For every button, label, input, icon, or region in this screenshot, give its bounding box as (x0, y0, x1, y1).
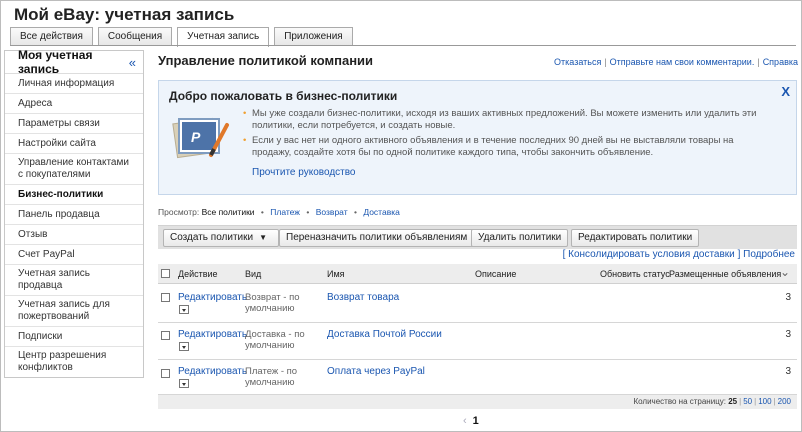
col-action: Действие (178, 269, 218, 279)
tab-applications[interactable]: Приложения (274, 27, 353, 46)
consolidate-shipping-link[interactable]: Консолидировать условия доставки (568, 249, 735, 260)
policy-name-link[interactable]: Оплата через PayPal (327, 366, 425, 377)
sort-chevron-icon[interactable]: ⌄ (780, 265, 790, 279)
sidebar-item-seller-dashboard[interactable]: Панель продавца (5, 205, 143, 225)
page-title: Мой eBay: учетная запись (14, 5, 235, 24)
help-link[interactable]: Справка (763, 57, 798, 67)
sidebar-header: Моя учетная запись « (5, 48, 143, 76)
welcome-title: Добро пожаловать в бизнес-политики (169, 89, 398, 103)
sidebar-item-paypal[interactable]: Счет PayPal (5, 245, 143, 265)
shipping-consolidation: [ Консолидировать условия доставки ] Под… (562, 249, 795, 260)
listings-count: 3 (785, 292, 791, 303)
sidebar-item-subscriptions[interactable]: Подписки (5, 327, 143, 347)
tab-account[interactable]: Учетная запись (177, 27, 270, 47)
table-row: Редактировать Доставка - по умолчанию До… (158, 323, 797, 360)
collapse-sidebar-icon[interactable]: « (129, 55, 136, 70)
view-filter: Просмотр: Все политики • Платеж • Возвра… (158, 207, 400, 217)
welcome-bullets: Мы уже создали бизнес-политики, исходя и… (243, 108, 773, 162)
sidebar-item-buyer-contacts[interactable]: Управление контактами с покупателями (5, 154, 143, 185)
policy-type: Доставка - по умолчанию (245, 329, 305, 351)
sidebar-item-site-settings[interactable]: Настройки сайта (5, 134, 143, 154)
close-icon[interactable]: X (781, 84, 790, 99)
sidebar-item-personal-info[interactable]: Личная информация (5, 74, 143, 94)
per-page-25[interactable]: 25 (728, 397, 737, 406)
col-listings: Размещенные объявления (669, 269, 782, 279)
svg-text:P: P (191, 129, 201, 145)
read-guide-link[interactable]: Прочтите руководство (252, 167, 356, 178)
welcome-panel: Добро пожаловать в бизнес-политики X P М… (158, 80, 797, 195)
pagination: ‹ 1 (463, 415, 479, 427)
edit-link[interactable]: Редактировать (178, 292, 247, 303)
listings-count: 3 (785, 329, 791, 340)
policy-name-link[interactable]: Доставка Почтой России (327, 329, 442, 340)
welcome-bullet: Мы уже создали бизнес-политики, исходя и… (243, 108, 773, 132)
feedback-link[interactable]: Отправьте нам свои комментарии. (610, 57, 755, 67)
main-title: Управление политикой компании (158, 53, 374, 68)
top-links: Отказаться | Отправьте нам свои комментари… (554, 57, 798, 67)
welcome-bullet: Если у вас нет ни одного активного объяв… (243, 135, 773, 159)
edit-link[interactable]: Редактировать (178, 329, 247, 340)
sidebar-item-seller-account[interactable]: Учетная запись продавца (5, 265, 143, 296)
col-update-status: Обновить статус (600, 269, 670, 279)
filter-payment-link[interactable]: Платеж (270, 207, 300, 217)
policy-type: Платеж - по умолчанию (245, 366, 298, 388)
row-actions-dropdown-icon[interactable] (179, 305, 189, 314)
sidebar-item-business-policies[interactable]: Бизнес-политики (5, 185, 143, 205)
policy-type: Возврат - по умолчанию (245, 292, 300, 314)
sidebar-item-communication[interactable]: Параметры связи (5, 114, 143, 134)
col-name: Имя (327, 269, 345, 279)
sidebar: Моя учетная запись « Личная информация А… (4, 48, 144, 378)
policy-name-link[interactable]: Возврат товара (327, 292, 399, 303)
per-page-50[interactable]: 50 (743, 397, 752, 406)
filter-return-link[interactable]: Возврат (316, 207, 348, 217)
table-row: Редактировать Платеж - по умолчанию Опла… (158, 360, 797, 395)
sidebar-item-addresses[interactable]: Адреса (5, 94, 143, 114)
prev-page-icon[interactable]: ‹ (463, 415, 467, 427)
filter-prefix: Просмотр: (158, 207, 200, 217)
listings-count: 3 (785, 366, 791, 377)
per-page-100[interactable]: 100 (758, 397, 771, 406)
col-description: Описание (475, 269, 517, 279)
chevron-down-icon: ▼ (259, 233, 268, 242)
row-checkbox[interactable] (161, 293, 170, 302)
opt-out-link[interactable]: Отказаться (554, 57, 601, 67)
action-toolbar: Создать политики ▼ Переназначить политики… (158, 225, 797, 249)
current-page[interactable]: 1 (473, 415, 479, 427)
filter-shipping-link[interactable]: Доставка (363, 207, 400, 217)
sidebar-item-donation-account[interactable]: Учетная запись для пожертвований (5, 296, 143, 327)
tab-bar: Все действия Сообщения Учетная запись Пр… (10, 27, 353, 47)
tab-all-activity[interactable]: Все действия (10, 27, 93, 46)
reassign-policies-button[interactable]: Переназначить политики объявлениям (279, 229, 475, 247)
table-row: Редактировать Возврат - по умолчанию Воз… (158, 285, 797, 323)
sidebar-title: Моя учетная запись (18, 48, 93, 76)
edit-link[interactable]: Редактировать (178, 366, 247, 377)
create-policies-button[interactable]: Создать политики ▼ (163, 229, 279, 247)
delete-policies-button[interactable]: Удалить политики (471, 229, 569, 247)
row-checkbox[interactable] (161, 331, 170, 340)
tab-divider (10, 45, 796, 46)
edit-policies-button[interactable]: Редактировать политики (571, 229, 700, 247)
learn-more-link[interactable]: Подробнее (743, 249, 795, 260)
row-checkbox[interactable] (161, 369, 170, 378)
filter-all-policies: Все политики (201, 207, 255, 217)
col-type: Вид (245, 269, 262, 279)
sidebar-item-feedback[interactable]: Отзыв (5, 225, 143, 245)
select-all-checkbox[interactable] (161, 269, 170, 278)
tab-messages[interactable]: Сообщения (97, 27, 173, 46)
row-actions-dropdown-icon[interactable] (179, 342, 189, 351)
table-header: Действие Вид Имя Описание Обновить стату… (158, 264, 797, 284)
row-actions-dropdown-icon[interactable] (179, 379, 189, 388)
policy-document-icon: P (172, 117, 229, 159)
create-policies-label: Создать политики (170, 232, 254, 243)
sidebar-item-resolution-center[interactable]: Центр разрешения конфликтов (5, 347, 143, 377)
per-page-200[interactable]: 200 (778, 397, 791, 406)
table-footer: Количество на страницу: 25 | 50 | 100 | 200 (158, 395, 797, 409)
per-page-selector: Количество на страницу: 25 | 50 | 100 | 200 (633, 397, 791, 406)
